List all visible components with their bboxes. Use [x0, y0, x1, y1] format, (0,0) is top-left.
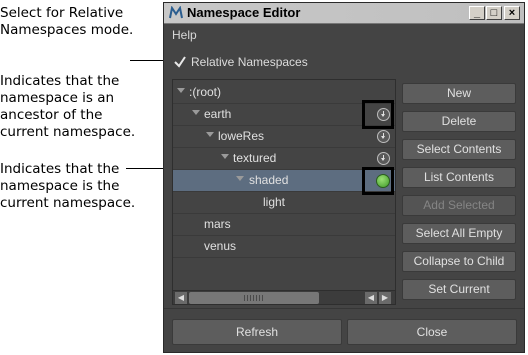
delete-button[interactable]: Delete [402, 111, 516, 132]
namespace-tree[interactable]: :(root) earth loweRes textured shaded li… [172, 79, 396, 305]
tree-row-venus[interactable]: venus [173, 236, 395, 258]
scroll-left-arrow-icon[interactable]: ◀ [365, 292, 377, 304]
close-button[interactable]: Close [347, 319, 517, 345]
scroll-left-arrow-icon[interactable]: ◀ [175, 292, 187, 304]
expand-arrow-icon[interactable] [177, 88, 185, 93]
expand-arrow-icon[interactable] [206, 132, 214, 137]
expand-arrow-icon[interactable] [236, 176, 244, 181]
minimize-button[interactable]: _ [469, 6, 485, 20]
list-contents-button[interactable]: List Contents [402, 167, 516, 188]
menu-help[interactable]: Help [172, 28, 197, 42]
tree-row-loweres[interactable]: loweRes [173, 126, 395, 148]
ancestor-highlight-box [362, 100, 394, 129]
tree-label-earth: earth [204, 107, 232, 121]
horizontal-scrollbar[interactable]: ◀ ◀ ▶ [173, 290, 395, 304]
collapse-to-child-button[interactable]: Collapse to Child [402, 251, 516, 272]
tree-row-mars[interactable]: mars [173, 214, 395, 236]
tree-row-light[interactable]: light [173, 192, 395, 214]
add-selected-button[interactable]: Add Selected [402, 195, 516, 216]
relative-namespaces-label: Relative Namespaces [191, 55, 308, 69]
refresh-button[interactable]: Refresh [172, 319, 342, 345]
ancestor-indicator-icon [377, 152, 390, 165]
close-window-button[interactable]: × [504, 6, 520, 20]
menu-bar: Help [164, 25, 524, 45]
select-all-empty-button[interactable]: Select All Empty [402, 223, 516, 244]
annotation-relative-mode: Select for Relative Namespaces mode. [0, 5, 134, 38]
scroll-thumb[interactable] [189, 292, 319, 304]
annotation-ancestor: Indicates that the namespace is an ances… [0, 73, 136, 140]
tree-label-light: light [263, 195, 286, 209]
checkmark-icon[interactable] [173, 55, 187, 69]
footer-divider [164, 308, 524, 309]
scroll-right-arrow-icon[interactable]: ▶ [379, 292, 391, 304]
annotation-current: Indicates that the namespace is the curr… [0, 161, 136, 211]
maximize-button[interactable]: □ [486, 6, 502, 20]
ancestor-indicator-icon [377, 130, 390, 143]
grip-icon [244, 295, 264, 301]
tree-label-textured: textured [233, 151, 277, 165]
tree-label-loweres: loweRes [218, 129, 265, 143]
expand-arrow-icon[interactable] [192, 110, 200, 115]
tree-label-root: :(root) [189, 85, 222, 99]
current-highlight-box [362, 167, 394, 195]
maya-app-icon [169, 6, 183, 19]
tree-label-shaded: shaded [249, 173, 289, 187]
select-contents-button[interactable]: Select Contents [402, 139, 516, 160]
set-current-button[interactable]: Set Current [402, 279, 516, 300]
tree-label-mars: mars [204, 217, 231, 231]
title-bar: Namespace Editor _ □ × [164, 3, 524, 24]
window-title: Namespace Editor [187, 5, 301, 20]
new-button[interactable]: New [402, 83, 516, 104]
tree-label-venus: venus [204, 239, 237, 253]
expand-arrow-icon[interactable] [221, 154, 229, 159]
namespace-editor-window: Namespace Editor _ □ × Help Relative Nam… [163, 2, 525, 353]
